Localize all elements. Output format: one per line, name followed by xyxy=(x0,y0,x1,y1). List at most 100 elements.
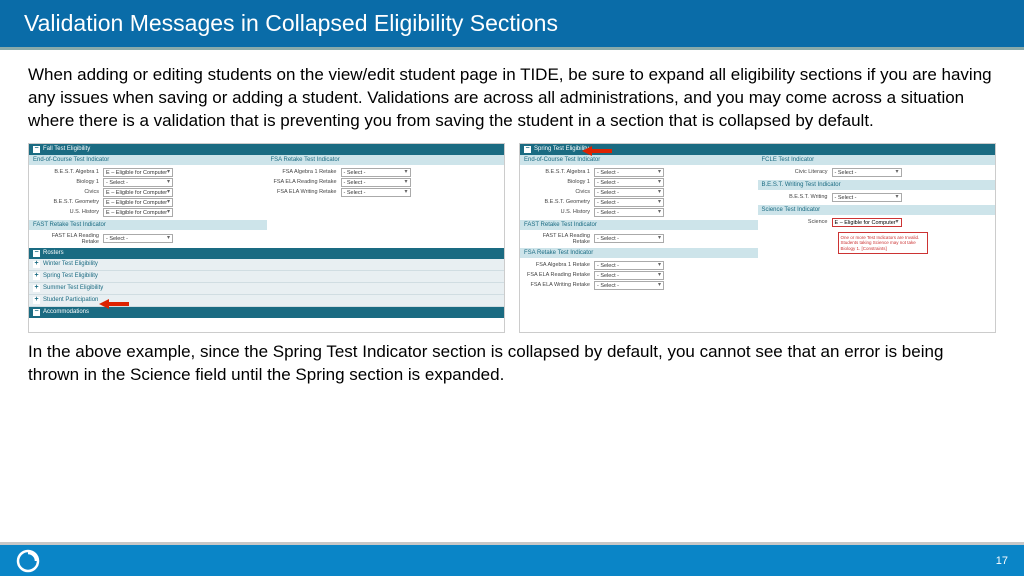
best-subheader: B.E.S.T. Writing Test Indicator xyxy=(758,180,996,190)
collapsed-label: Student Participation xyxy=(43,297,98,303)
select-input[interactable]: - Select - xyxy=(341,168,411,177)
expand-icon[interactable]: + xyxy=(33,261,40,268)
select-input[interactable]: - Select - xyxy=(594,178,664,187)
select-input[interactable]: - Select - xyxy=(832,168,902,177)
select-input[interactable]: - Select - xyxy=(594,168,664,177)
select-input[interactable]: - Select - xyxy=(594,271,664,280)
page-number: 17 xyxy=(996,555,1008,567)
field-label: Biology 1 xyxy=(524,179,594,185)
field-label: B.E.S.T. Geometry xyxy=(33,199,103,205)
fall-eligibility-header[interactable]: − Fall Test Eligibility xyxy=(29,144,504,155)
field-label: FSA ELA Reading Retake xyxy=(271,179,341,185)
collapsed-section[interactable]: +Spring Test Eligibility xyxy=(29,271,504,283)
form-row: ScienceE – Eligible for Computer xyxy=(762,218,992,227)
field-label: FSA Algebra 1 Retake xyxy=(524,262,594,268)
select-input[interactable]: E – Eligible for Computer xyxy=(103,188,173,197)
field-label: Civic Literacy xyxy=(762,169,832,175)
validation-error-message: One or more Test Indicators are Invalid.… xyxy=(838,232,928,254)
field-label: FSA Algebra 1 Retake xyxy=(271,169,341,175)
eoc-subheader: End-of-Course Test Indicator xyxy=(520,155,758,165)
eoc-rows: B.E.S.T. Algebra 1E – Eligible for Compu… xyxy=(29,165,267,220)
form-row: U.S. History- Select - xyxy=(524,208,754,217)
form-row: FSA ELA Reading Retake- Select - xyxy=(271,178,501,187)
rosters-header[interactable]: − Rosters xyxy=(29,248,504,259)
fast-subheader: FAST Retake Test Indicator xyxy=(29,220,267,230)
form-row: FAST ELA Reading Retake- Select - xyxy=(524,233,754,245)
select-input[interactable]: E – Eligible for Computer xyxy=(103,168,173,177)
spring-header-label: Spring Test Eligibility xyxy=(534,146,589,152)
select-input[interactable]: - Select - xyxy=(594,261,664,270)
rosters-label: Rosters xyxy=(43,250,64,256)
collapse-icon[interactable]: − xyxy=(33,309,40,316)
select-input[interactable]: E – Eligible for Computer xyxy=(103,198,173,207)
fast-subheader: FAST Retake Test Indicator xyxy=(520,220,758,230)
select-input[interactable]: - Select - xyxy=(594,198,664,207)
field-label: FSA ELA Writing Retake xyxy=(524,282,594,288)
select-input[interactable]: - Select - xyxy=(594,208,664,217)
select-input[interactable]: - Select - xyxy=(594,234,664,243)
slide-body: When adding or editing students on the v… xyxy=(0,50,1024,403)
expand-icon[interactable]: + xyxy=(33,297,40,304)
form-row: B.E.S.T. Algebra 1E – Eligible for Compu… xyxy=(33,168,263,177)
collapse-icon[interactable]: − xyxy=(33,146,40,153)
caption-paragraph: In the above example, since the Spring T… xyxy=(28,341,996,387)
form-row: FSA Algebra 1 Retake- Select - xyxy=(524,261,754,270)
form-row: Civic Literacy- Select - xyxy=(762,168,992,177)
form-row: B.E.S.T. Algebra 1- Select - xyxy=(524,168,754,177)
field-label: Civics xyxy=(33,189,103,195)
field-label: FAST ELA Reading Retake xyxy=(524,233,594,245)
expand-icon[interactable]: + xyxy=(33,285,40,292)
form-row: B.E.S.T. GeometryE – Eligible for Comput… xyxy=(33,198,263,207)
form-row: CivicsE – Eligible for Computer xyxy=(33,188,263,197)
field-label: FSA ELA Writing Retake xyxy=(271,189,341,195)
collapse-icon[interactable]: − xyxy=(524,146,531,153)
field-label: FSA ELA Reading Retake xyxy=(524,272,594,278)
field-label: Civics xyxy=(524,189,594,195)
field-label: Science xyxy=(762,219,832,225)
select-input[interactable]: - Select - xyxy=(832,193,902,202)
fcle-subheader: FCLE Test Indicator xyxy=(758,155,996,165)
collapse-icon[interactable]: − xyxy=(33,250,40,257)
form-row: Biology 1- Select - xyxy=(33,178,263,187)
eoc-subheader: End-of-Course Test Indicator xyxy=(29,155,267,165)
red-arrow-icon xyxy=(582,143,612,153)
expand-icon[interactable]: + xyxy=(33,273,40,280)
field-label: B.E.S.T. Writing xyxy=(762,194,832,200)
collapsed-label: Summer Test Eligibility xyxy=(43,285,103,291)
collapsed-label: Winter Test Eligibility xyxy=(43,261,98,267)
form-row: FSA Algebra 1 Retake- Select - xyxy=(271,168,501,177)
field-label: Biology 1 xyxy=(33,179,103,185)
select-input[interactable]: - Select - xyxy=(341,188,411,197)
screenshot-row: − Fall Test Eligibility End-of-Course Te… xyxy=(28,143,996,333)
select-input[interactable]: E – Eligible for Computer xyxy=(103,208,173,217)
accom-label: Accommodations xyxy=(43,309,89,315)
form-row: B.E.S.T. Geometry- Select - xyxy=(524,198,754,207)
field-label: B.E.S.T. Algebra 1 xyxy=(524,169,594,175)
select-input-error[interactable]: E – Eligible for Computer xyxy=(832,218,902,227)
select-input[interactable]: - Select - xyxy=(103,234,173,243)
select-input[interactable]: - Select - xyxy=(341,178,411,187)
intro-paragraph: When adding or editing students on the v… xyxy=(28,64,996,133)
slide-title: Validation Messages in Collapsed Eligibi… xyxy=(0,0,1024,50)
logo-icon xyxy=(16,549,40,573)
field-label: B.E.S.T. Algebra 1 xyxy=(33,169,103,175)
form-row: FAST ELA Reading Retake- Select - xyxy=(33,233,263,245)
field-label: U.S. History xyxy=(33,209,103,215)
form-row: FSA ELA Writing Retake- Select - xyxy=(271,188,501,197)
screenshot-expanded: − Spring Test Eligibility End-of-Course … xyxy=(519,143,996,333)
red-arrow-icon xyxy=(99,296,129,306)
fsa-subheader: FSA Retake Test Indicator xyxy=(267,155,505,165)
slide-footer: 17 xyxy=(0,542,1024,576)
form-row: Civics- Select - xyxy=(524,188,754,197)
field-label: FAST ELA Reading Retake xyxy=(33,233,103,245)
select-input[interactable]: - Select - xyxy=(103,178,173,187)
form-row: FSA ELA Writing Retake- Select - xyxy=(524,281,754,290)
collapsed-section[interactable]: +Winter Test Eligibility xyxy=(29,259,504,271)
select-input[interactable]: - Select - xyxy=(594,188,664,197)
fsa-subheader: FSA Retake Test Indicator xyxy=(520,248,758,258)
select-input[interactable]: - Select - xyxy=(594,281,664,290)
form-row: U.S. HistoryE – Eligible for Computer xyxy=(33,208,263,217)
collapsed-section[interactable]: +Summer Test Eligibility xyxy=(29,283,504,295)
screenshot-collapsed: − Fall Test Eligibility End-of-Course Te… xyxy=(28,143,505,333)
collapsed-label: Spring Test Eligibility xyxy=(43,273,98,279)
